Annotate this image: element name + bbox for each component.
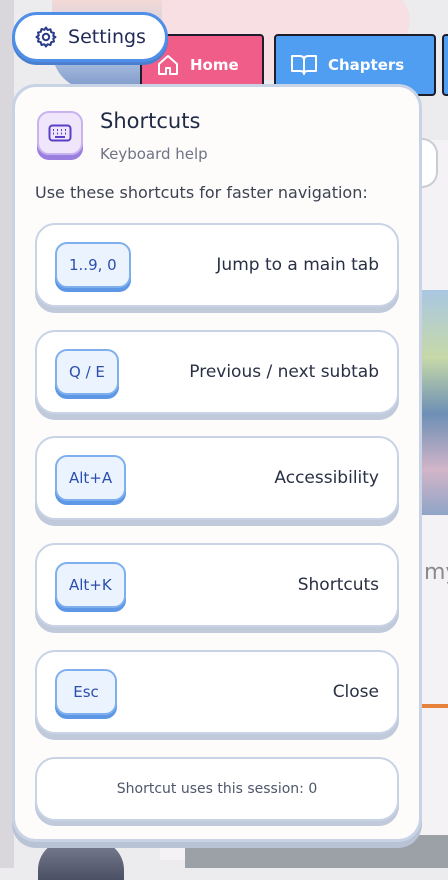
shortcut-row-subtab: Q / E Previous / next subtab [35,330,399,414]
shortcut-key: Q / E [55,349,119,395]
tab-home-label: Home [190,56,239,74]
tab-chapters-label: Chapters [328,56,405,74]
panel-subtitle: Keyboard help [100,145,208,163]
book-icon [291,55,317,75]
shortcut-row-close: Esc Close [35,650,399,734]
shortcut-action: Accessibility [274,468,379,488]
shortcut-usage-counter: Shortcut uses this session: 0 [35,757,399,821]
shortcut-action: Previous / next subtab [189,362,379,382]
background-partial-text: my [424,560,448,585]
panel-title: Shortcuts [100,109,201,133]
shortcut-key: Esc [55,669,117,715]
shortcut-row-shortcuts: Alt+K Shortcuts [35,543,399,627]
shortcut-key: Alt+K [55,562,126,608]
shortcut-row-accessibility: Alt+A Accessibility [35,436,399,520]
shortcuts-panel: Shortcuts Keyboard help Use these shortc… [12,84,422,842]
shortcut-action: Close [332,682,379,702]
panel-description: Use these shortcuts for faster navigatio… [35,183,368,202]
shortcut-action: Jump to a main tab [216,255,379,275]
keyboard-icon [37,111,83,155]
background-character-image-bottom [38,840,124,880]
settings-label: Settings [68,26,146,48]
shortcut-row-jump-tab: 1..9, 0 Jump to a main tab [35,223,399,307]
shortcut-key: 1..9, 0 [55,242,131,288]
tab-more[interactable] [442,34,448,96]
shortcut-key: Alt+A [55,455,127,501]
settings-button[interactable]: Settings [12,12,168,62]
house-icon [158,55,178,75]
shortcut-action: Shortcuts [297,575,379,595]
gear-icon [35,26,57,48]
background-photo [420,290,448,515]
